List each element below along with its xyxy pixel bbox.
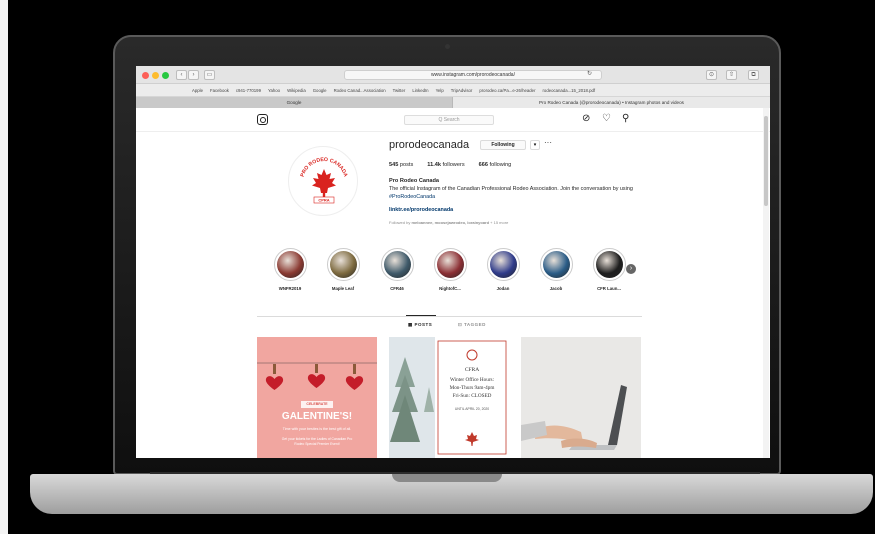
story-highlight[interactable]: Jodan [483,248,523,291]
tabs-divider [257,316,642,317]
story-highlight[interactable]: Jacob [536,248,576,291]
share-button[interactable]: ⇧ [726,70,737,80]
post-caption: Get your tickets for the Ladies of Canad… [281,437,353,446]
bookmark-item[interactable]: c941-770199 [236,88,261,93]
tab-instagram[interactable]: Pro Rodeo Canada (@prorodeocanada) • Ins… [453,97,770,108]
scrollbar-thumb[interactable] [764,116,768,206]
profile-bio: The official Instagram of the Canadian P… [389,186,633,200]
posts-stat: 545 posts [389,162,414,168]
photo-stage: ‹ › ▭ www.instagram.com/prorodeocanada/ … [0,0,875,534]
highlight-label: CFR Laun... [597,286,621,291]
explore-icon[interactable]: ⊘ [582,113,590,125]
heart-icon[interactable]: ♡ [602,113,611,125]
download-button[interactable]: ⊙ [706,70,717,80]
highlight-cover [542,251,570,278]
instagram-header: Q Search ⊘ ♡ ⚲ [136,108,770,132]
following-stat[interactable]: 666 following [479,162,512,168]
bookmark-item[interactable]: Apple [192,88,203,93]
story-highlight[interactable]: CFR Laun... [589,248,629,291]
highlight-cover [329,251,357,278]
profile-avatar[interactable]: PRO RODEO CANADA CPRA [288,146,358,216]
bookmark-item[interactable]: Google [313,88,327,93]
profile-icon[interactable]: ⚲ [622,113,629,125]
browser-tab-bar: Google Pro Rodeo Canada (@prorodeocanada… [136,97,770,108]
address-bar[interactable]: www.instagram.com/prorodeocanada/ [344,70,602,80]
avatar-badge-text: CPRA [318,198,329,203]
bookmark-item[interactable]: Yahoo [268,88,280,93]
browser-titlebar: ‹ › ▭ www.instagram.com/prorodeocanada/ … [136,66,770,84]
bookmark-item[interactable]: Facebook [210,88,229,93]
story-highlight[interactable]: NightofC... [430,248,470,291]
bookmark-item[interactable]: Rodeo Canad...Association [334,88,386,93]
followers-stat[interactable]: 11.4k followers [427,162,464,168]
highlight-cover [436,251,464,278]
tab-posts[interactable]: ▦ POSTS [408,322,432,328]
highlight-cover [383,251,411,278]
post-notice-date: UNTIL APRIL 20, 2020 [454,407,490,411]
profile-username: prorodeocanada [389,139,470,151]
story-highlight[interactable]: Maple Leaf [323,248,363,291]
bookmark-item[interactable]: LinkedIn [412,88,428,93]
bookmark-item[interactable]: Wikipedia [287,88,306,93]
story-highlight[interactable]: CFR46 [377,248,417,291]
bookmark-item[interactable]: Twitter [393,88,406,93]
maximize-window-button[interactable] [162,72,169,79]
highlight-label: NightofC... [439,286,461,291]
profile-full-name: Pro Rodeo Canada [389,178,440,184]
camera-dot [445,44,450,49]
laptop-lid-notch [392,474,502,482]
bookmark-item[interactable]: Yelp [436,88,444,93]
minimize-window-button[interactable] [152,72,159,79]
more-options-icon[interactable]: ··· [544,138,552,147]
laptop-screen: ‹ › ▭ www.instagram.com/prorodeocanada/ … [136,66,770,458]
profile-website-link[interactable]: linktr.ee/prorodeocanada [389,207,453,213]
profile-stats: 545 posts 11.4k followers 666 following [389,162,511,168]
post-thumbnail[interactable] [521,337,641,458]
chevron-right-icon[interactable]: › [626,264,636,274]
reload-icon[interactable]: ↻ [584,70,595,80]
highlight-label: Jacob [549,286,563,291]
bookmark-item[interactable]: rodeocanada...15_2018.pdf [543,88,596,93]
active-tab-indicator [406,315,436,316]
tab-google[interactable]: Google [136,97,453,108]
back-button[interactable]: ‹ [176,70,187,80]
highlight-label: Jodan [496,286,510,291]
post-thumbnail[interactable]: CFRA Winter Office Hours: Mon-Thurs 9am-… [389,337,509,458]
search-input[interactable]: Q Search [404,115,494,125]
followed-by-text[interactable]: Followed by meloannee, moosejawrodeo, lo… [389,220,508,225]
following-button[interactable]: Following [480,140,526,150]
post-badge: CELEBRATE [306,402,328,406]
post-title: GALENTINE'S! [281,411,353,422]
bookmark-item[interactable]: TripAdvisor [451,88,473,93]
post-org-name: CFRA [464,367,480,373]
bio-hashtag-link[interactable]: #ProRodeoCanada [389,194,435,200]
sidebar-toggle-button[interactable]: ▭ [204,70,215,80]
suggestions-dropdown-button[interactable]: ▾ [530,140,540,150]
highlight-label: WNFR2019 [278,286,302,291]
post-notice-line: Winter Office Hours: [449,377,495,383]
bookmarks-bar: Apple Facebook c941-770199 Yahoo Wikiped… [136,84,770,97]
highlight-cover [276,251,304,278]
instagram-logo-icon[interactable] [257,114,268,125]
forward-button[interactable]: › [188,70,199,80]
background-edge-left [0,0,8,534]
close-window-button[interactable] [142,72,149,79]
highlight-cover [489,251,517,278]
highlight-cover [595,251,623,278]
post-caption: Time with your besties is the best gift … [282,427,352,431]
bookmark-item[interactable]: prorodeo.ca/Pa...e-26/header [479,88,535,93]
post-notice-line: Mon-Thurs 9am-4pm [449,385,495,391]
highlight-label: Maple Leaf [331,286,355,291]
tab-overview-button[interactable]: ⧉ [748,70,759,80]
post-notice-line: Fri-Sun: CLOSED [452,393,492,399]
highlight-label: CFR46 [390,286,404,291]
post-thumbnail[interactable]: CELEBRATE GALENTINE'S! Time with your be… [257,337,377,458]
tab-tagged[interactable]: ⊡ TAGGED [458,322,486,328]
story-highlight[interactable]: WNFR2019 [270,248,310,291]
